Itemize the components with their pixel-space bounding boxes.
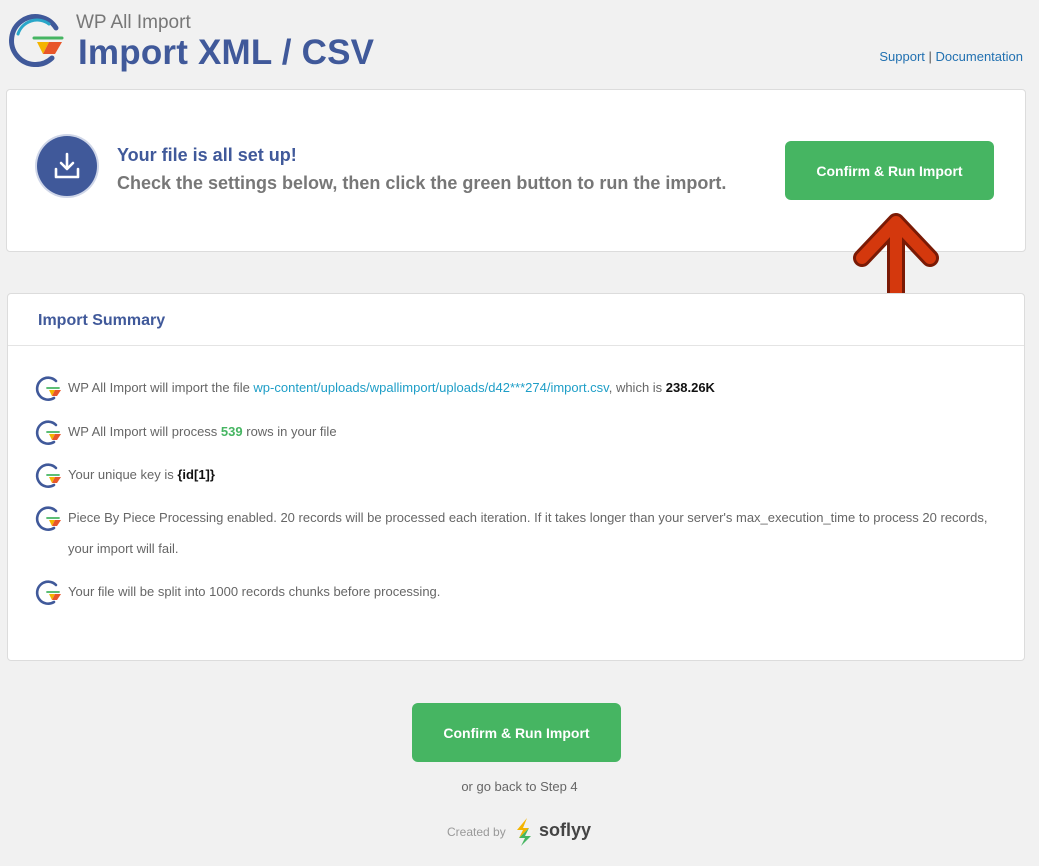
wpai-circle-arrow-icon: [35, 506, 61, 531]
brand-name: WP All Import: [76, 12, 191, 33]
split-chunks-text: Your file will be split into 1000 record…: [68, 584, 441, 599]
link-separator: |: [928, 49, 932, 64]
summary-file-text: WP All Import will import the file: [68, 380, 254, 395]
import-summary-header: Import Summary: [8, 294, 1024, 346]
setup-instructions: Check the settings below, then click the…: [117, 173, 727, 193]
wpai-circle-arrow-icon: [35, 463, 61, 488]
unique-key-value: {id[1]}: [177, 467, 215, 482]
wpai-circle-arrow-icon: [35, 420, 61, 445]
wpai-circle-arrow-icon: [35, 376, 61, 401]
setup-heading: Your file is all set up!: [117, 145, 297, 165]
summary-file-mid: , which is: [608, 380, 666, 395]
rows-count: 539: [220, 424, 243, 439]
summary-rows-text: WP All Import will process: [68, 424, 221, 439]
confirm-run-import-button-bottom[interactable]: Confirm & Run Import: [412, 703, 621, 762]
wpai-circle-arrow-icon: [35, 580, 61, 605]
created-by-label: Created by: [447, 825, 506, 839]
soflyy-link[interactable]: soflyy: [539, 820, 591, 841]
summary-rows-post: rows in your file: [242, 424, 337, 439]
download-badge: [37, 136, 97, 196]
support-link[interactable]: Support: [879, 49, 925, 64]
page-header: WP All Import Import XML / CSV Support |…: [0, 0, 1039, 88]
page-title: Import XML / CSV: [78, 33, 375, 72]
import-file-size: 238.26K: [665, 380, 715, 395]
header-links: Support | Documentation: [879, 49, 1023, 64]
confirm-run-import-button-top[interactable]: Confirm & Run Import: [785, 141, 994, 200]
go-back-link[interactable]: or go back to Step 4: [0, 779, 1039, 794]
documentation-link[interactable]: Documentation: [936, 49, 1023, 64]
piece-processing-text: Piece By Piece Processing enabled. 20 re…: [68, 510, 988, 525]
import-file-path: wp-content/uploads/wpallimport/uploads/d…: [253, 380, 609, 395]
piece-processing-text-cont: your import will fail.: [68, 541, 179, 556]
summary-key-text: Your unique key is: [68, 467, 178, 482]
download-icon: [54, 152, 80, 179]
soflyy-logo-icon: [517, 818, 531, 846]
import-summary-title: Import Summary: [38, 312, 166, 329]
wp-all-import-logo-icon: [9, 14, 64, 67]
import-summary-panel: Import Summary WP All Import will import…: [7, 293, 1025, 661]
